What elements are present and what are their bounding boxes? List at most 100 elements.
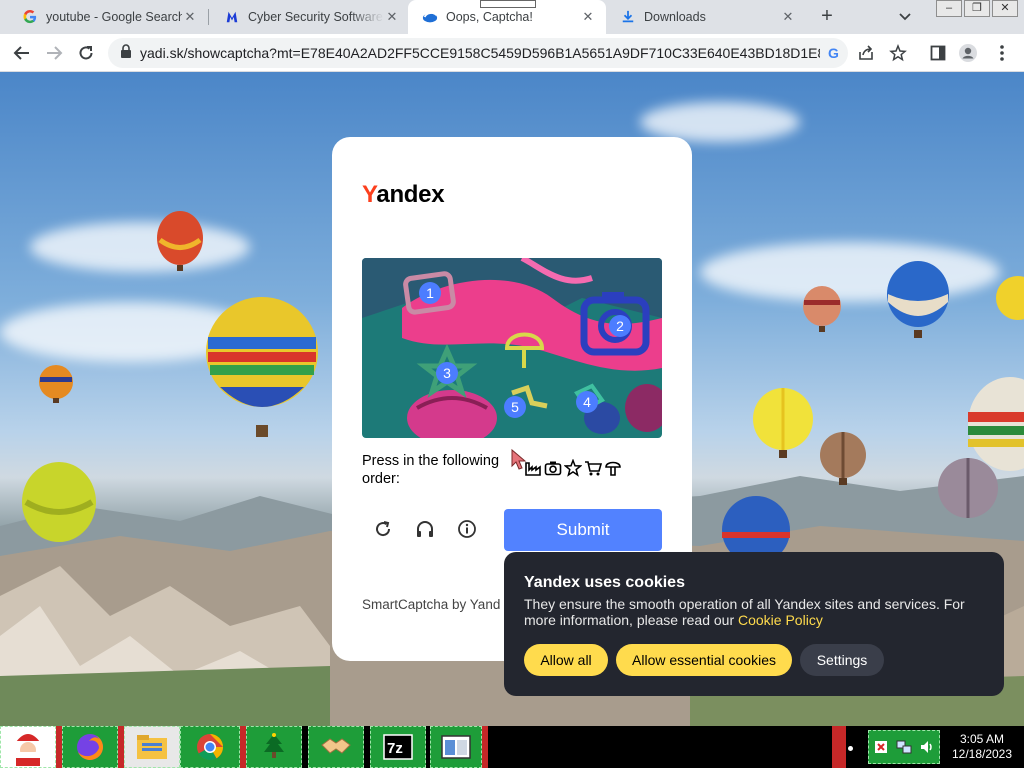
reload-icon — [79, 46, 93, 60]
cookie-text: They ensure the smooth operation of all … — [524, 596, 984, 628]
background-cloud — [30, 222, 250, 272]
cookie-policy-link[interactable]: Cookie Policy — [738, 612, 823, 628]
refresh-captcha-button[interactable] — [370, 516, 396, 542]
smartcaptcha-footer: SmartCaptcha by Yand — [362, 597, 501, 612]
taskbar-show-desktop-strip[interactable] — [832, 726, 846, 768]
share-icon[interactable] — [856, 43, 876, 63]
close-window-button[interactable]: ✕ — [992, 0, 1018, 17]
tab-title: Downloads — [644, 10, 706, 24]
close-icon[interactable]: ✕ — [780, 9, 796, 25]
download-icon — [620, 9, 636, 25]
flag-warning-icon[interactable] — [873, 739, 889, 755]
side-panel-icon[interactable] — [928, 43, 948, 63]
new-tab-button[interactable]: + — [816, 5, 838, 27]
taskbar-clock[interactable]: 3:05 AM 12/18/2023 — [940, 730, 1024, 764]
captcha-marker-3[interactable]: 3 — [436, 362, 458, 384]
profile-avatar-icon[interactable] — [958, 43, 978, 63]
taskbar-handshake-app[interactable] — [308, 726, 364, 768]
hot-air-balloon — [753, 388, 813, 458]
submit-button[interactable]: Submit — [504, 509, 662, 551]
taskbar-7zip[interactable]: 7z — [370, 726, 426, 768]
taskbar-christmas-app[interactable] — [246, 726, 302, 768]
captcha-marker-1[interactable]: 1 — [419, 282, 441, 304]
hot-air-balloon — [803, 286, 841, 332]
taskbar-firefox[interactable] — [62, 726, 118, 768]
start-button[interactable] — [0, 726, 56, 768]
minimize-button[interactable]: – — [936, 0, 962, 17]
file-explorer-icon — [137, 735, 167, 759]
chrome-icon — [197, 734, 224, 761]
hot-air-balloon — [22, 462, 96, 542]
bookmark-star-icon[interactable] — [888, 43, 908, 63]
reload-button[interactable] — [74, 41, 98, 65]
back-button[interactable] — [10, 41, 34, 65]
allow-essential-cookies-button[interactable]: Allow essential cookies — [616, 644, 792, 676]
hot-air-balloon — [820, 432, 866, 485]
star-icon — [564, 459, 582, 477]
background-cloud — [700, 242, 1000, 302]
yandex-logo-y: Y — [362, 181, 377, 208]
close-icon[interactable]: ✕ — [580, 9, 596, 25]
taskbar-divider — [482, 726, 488, 768]
tab-title: Oops, Captcha! — [446, 10, 533, 24]
forward-arrow-icon — [47, 46, 63, 60]
network-icon[interactable] — [896, 739, 912, 755]
tab-title: Cyber Security Software and — [248, 10, 384, 24]
close-icon[interactable]: ✕ — [384, 9, 400, 25]
tab-google-search[interactable]: youtube - Google Search ✕ — [8, 0, 208, 34]
close-icon[interactable]: ✕ — [182, 9, 198, 25]
audio-captcha-button[interactable] — [412, 516, 438, 542]
taskbar-file-explorer[interactable] — [124, 726, 180, 768]
restore-button[interactable]: ❐ — [964, 0, 990, 17]
google-lens-icon[interactable]: G — [824, 43, 844, 63]
menu-kebab-icon[interactable] — [992, 43, 1012, 63]
system-tray — [868, 730, 940, 764]
mushroom-icon — [605, 461, 621, 476]
page-viewport: Yandex 1 2 3 4 5 Press in the following … — [0, 72, 1024, 726]
svg-text:G: G — [828, 45, 839, 61]
info-icon — [458, 520, 476, 538]
captcha-instruction: Press in the following order: — [362, 453, 500, 487]
cart-icon — [585, 461, 602, 476]
captcha-marker-4[interactable]: 4 — [576, 391, 598, 413]
forward-button[interactable] — [42, 41, 66, 65]
hot-air-balloon — [996, 276, 1024, 320]
captcha-marker-2[interactable]: 2 — [609, 315, 631, 337]
tab-title: youtube - Google Search — [46, 10, 182, 24]
tab-cyber-security[interactable]: Cyber Security Software and ✕ — [210, 0, 410, 34]
tab-separator — [208, 9, 209, 25]
browser-toolbar: yadi.sk/showcaptcha?mt=E78E40A2AD2FF5CCE… — [0, 34, 1024, 72]
window-controls: – ❐ ✕ — [936, 0, 1018, 17]
taskbar-chrome[interactable] — [180, 726, 240, 768]
cookie-settings-button[interactable]: Settings — [800, 644, 884, 676]
address-bar[interactable]: yadi.sk/showcaptcha?mt=E78E40A2AD2FF5CCE… — [108, 38, 848, 68]
hot-air-balloon — [206, 297, 318, 437]
yandex-disk-icon — [422, 9, 438, 25]
hot-air-balloon — [39, 365, 73, 403]
taskbar-window-app[interactable] — [430, 726, 482, 768]
window-drag-handle[interactable] — [480, 0, 536, 8]
hot-air-balloon — [157, 211, 203, 271]
camera-icon — [544, 461, 562, 476]
tray-dot — [848, 746, 853, 751]
captcha-marker-5[interactable]: 5 — [504, 396, 526, 418]
lock-icon — [120, 43, 132, 63]
volume-icon[interactable] — [919, 739, 935, 755]
santa-start-icon — [14, 731, 43, 766]
captcha-image[interactable]: 1 2 3 4 5 — [362, 258, 662, 438]
google-g-icon — [22, 9, 38, 25]
svg-text:7z: 7z — [387, 740, 403, 757]
back-arrow-icon — [13, 46, 29, 60]
url-text: yadi.sk/showcaptcha?mt=E78E40A2AD2FF5CCE… — [140, 45, 820, 61]
yandex-logo-rest: andex — [376, 181, 445, 208]
yandex-logo: Yandex — [362, 181, 445, 209]
chevron-down-icon[interactable] — [896, 8, 914, 26]
christmas-tree-icon — [264, 733, 284, 758]
firefox-icon — [77, 734, 103, 760]
allow-all-button[interactable]: Allow all — [524, 644, 608, 676]
taskbar: 7z 3:05 AM 12/18/2023 — [0, 726, 1024, 768]
tab-downloads[interactable]: Downloads ✕ — [606, 0, 806, 34]
cookie-title: Yandex uses cookies — [524, 574, 685, 591]
clock-date: 12/18/2023 — [951, 747, 1013, 761]
info-button[interactable] — [454, 516, 480, 542]
